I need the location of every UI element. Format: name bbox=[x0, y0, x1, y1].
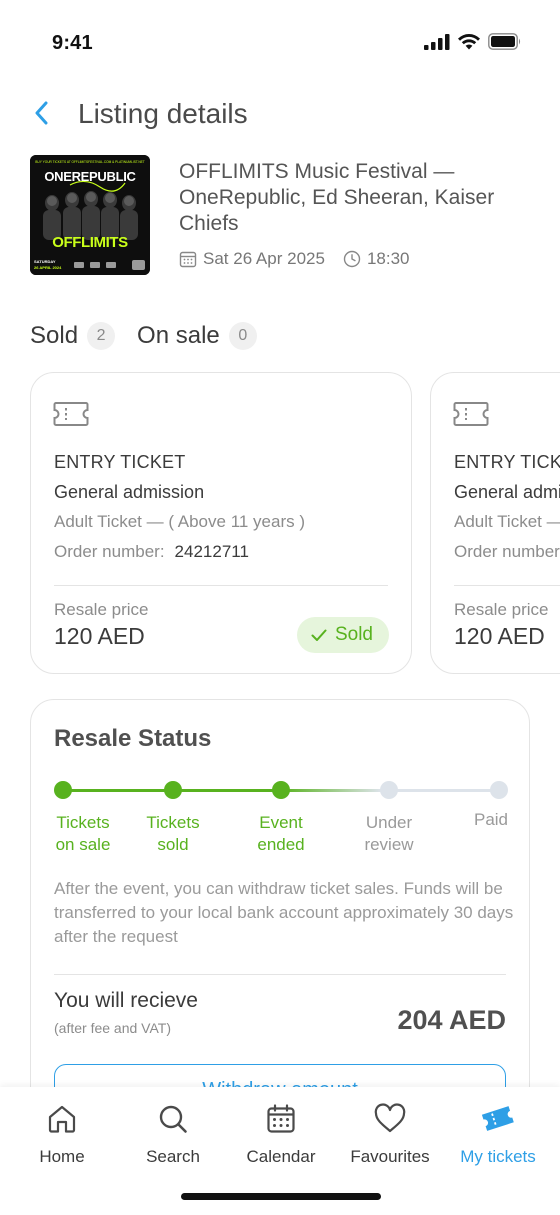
ticket-icon bbox=[453, 402, 489, 426]
calendar-icon bbox=[267, 1104, 295, 1133]
nav-search-label: Search bbox=[146, 1147, 200, 1166]
resale-price-label: Resale price bbox=[454, 600, 549, 619]
step-label-sold: Tickets sold bbox=[146, 813, 200, 854]
poster-top-line: BUY YOUR TICKETS AT OFFLIMITSFESTIVAL.CO… bbox=[35, 160, 144, 164]
header: Listing details bbox=[0, 88, 560, 138]
ticket-type: ENTRY TICKET bbox=[454, 452, 560, 472]
step-dot-on-sale bbox=[54, 781, 72, 799]
tab-sold-count: 2 bbox=[87, 322, 116, 350]
event-time: 18:30 bbox=[343, 249, 410, 269]
event-poster[interactable]: BUY YOUR TICKETS AT OFFLIMITSFESTIVAL.CO… bbox=[30, 155, 150, 275]
divider bbox=[54, 585, 388, 586]
ticket-admission: General admission bbox=[454, 482, 560, 502]
tickets-carousel[interactable]: ENTRY TICKET General admission Adult Tic… bbox=[30, 372, 560, 674]
order-label: Order number: bbox=[454, 542, 560, 561]
ticket-order: Order number: 24212711 bbox=[54, 542, 249, 562]
ticket-tabs: Sold 2 On sale 0 bbox=[30, 322, 279, 350]
page-title: Listing details bbox=[78, 98, 248, 129]
nav-my-tickets-label: My tickets bbox=[460, 1147, 536, 1166]
tab-sold[interactable]: Sold 2 bbox=[30, 322, 116, 350]
resale-price: 120 AED bbox=[54, 623, 145, 649]
step-dot-ended bbox=[272, 781, 290, 799]
resale-info-text: After the event, you can withdraw ticket… bbox=[54, 879, 514, 946]
ticket-card[interactable]: ENTRY TICKET General admission Adult Tic… bbox=[430, 372, 560, 674]
step-label-review: Under review bbox=[364, 813, 414, 854]
tab-on-sale-label: On sale bbox=[137, 322, 220, 349]
home-indicator bbox=[181, 1193, 381, 1200]
resale-status-title: Resale Status bbox=[54, 725, 212, 752]
tab-sold-label: Sold bbox=[30, 322, 79, 349]
nav-search[interactable]: Search bbox=[118, 1101, 228, 1171]
resale-progress: Tickets on sale Tickets sold Event ended Un… bbox=[31, 780, 529, 870]
step-dot-paid bbox=[490, 781, 508, 799]
signal-icon bbox=[424, 33, 450, 55]
nav-home-label: Home bbox=[39, 1147, 85, 1166]
progress-line-pending bbox=[381, 789, 499, 792]
receive-sublabel: (after fee and VAT) bbox=[54, 1020, 171, 1036]
poster-date-line1: SATURDAY bbox=[34, 259, 56, 264]
ticket-admission: General admission bbox=[54, 482, 205, 502]
divider bbox=[54, 974, 506, 975]
step-label-on-sale: Tickets on sale bbox=[55, 813, 111, 854]
ticket-description: Adult Ticket — ( Above 11 years ) bbox=[454, 512, 560, 531]
ticket-card[interactable]: ENTRY TICKET General admission Adult Tic… bbox=[30, 372, 412, 674]
divider bbox=[454, 585, 560, 586]
event-meta: Sat 26 Apr 2025 18:30 bbox=[179, 249, 427, 269]
status-time: 9:41 bbox=[52, 32, 93, 54]
poster-headliner: ONEREPUBLIC bbox=[44, 169, 136, 184]
order-label: Order number: bbox=[54, 542, 165, 561]
event-time-text: 18:30 bbox=[366, 249, 410, 268]
resale-price: 120 AED bbox=[454, 623, 545, 649]
receive-amount: 204 AED bbox=[397, 1005, 506, 1035]
event-summary: BUY YOUR TICKETS AT OFFLIMITSFESTIVAL.CO… bbox=[30, 155, 550, 280]
back-button[interactable] bbox=[26, 98, 56, 128]
search-icon bbox=[159, 1105, 187, 1133]
battery-icon bbox=[488, 33, 522, 55]
poster-brand: OFFLIMITS bbox=[52, 234, 128, 251]
event-date-text: Sat 26 Apr 2025 bbox=[203, 249, 325, 268]
progress-line-transition bbox=[281, 789, 381, 792]
tab-on-sale[interactable]: On sale 0 bbox=[137, 322, 257, 350]
status-badge-label: Sold bbox=[334, 624, 373, 645]
step-label-paid: Paid bbox=[473, 810, 509, 829]
ticket-order: Order number: bbox=[454, 542, 560, 562]
nav-calendar-label: Calendar bbox=[246, 1147, 316, 1166]
receive-label: You will recieve bbox=[54, 989, 198, 1012]
step-dot-sold bbox=[164, 781, 182, 799]
step-label-ended: Event ended bbox=[257, 813, 305, 854]
status-badge: Sold bbox=[296, 617, 389, 653]
nav-favourites-label: Favourites bbox=[350, 1147, 430, 1166]
wifi-icon bbox=[457, 33, 481, 55]
status-icons bbox=[424, 33, 522, 55]
status-bar: 9:41 bbox=[0, 0, 560, 88]
check-icon bbox=[311, 629, 327, 641]
nav-favourites[interactable]: Favourites bbox=[335, 1101, 445, 1171]
calendar-icon bbox=[179, 251, 197, 268]
poster-date-line2: 26 APRIL 2024 bbox=[34, 265, 62, 270]
step-dot-review bbox=[380, 781, 398, 799]
order-number: 24212711 bbox=[174, 542, 249, 561]
nav-my-tickets[interactable]: My tickets bbox=[443, 1101, 553, 1171]
ticket-type: ENTRY TICKET bbox=[54, 452, 186, 472]
nav-calendar[interactable]: Calendar bbox=[226, 1101, 336, 1171]
clock-icon bbox=[343, 250, 361, 268]
home-icon bbox=[48, 1105, 76, 1133]
heart-icon bbox=[374, 1103, 406, 1133]
event-title: OFFLIMITS Music Festival — OneRepublic, … bbox=[179, 160, 495, 235]
chevron-left-icon bbox=[35, 101, 48, 125]
tickets-icon bbox=[481, 1106, 514, 1131]
nav-home[interactable]: Home bbox=[7, 1101, 117, 1171]
ticket-description: Adult Ticket — ( Above 11 years ) bbox=[54, 512, 306, 531]
resale-price-label: Resale price bbox=[54, 600, 149, 619]
tab-on-sale-count: 0 bbox=[228, 322, 257, 350]
event-date: Sat 26 Apr 2025 bbox=[179, 249, 325, 269]
ticket-icon bbox=[53, 402, 89, 426]
